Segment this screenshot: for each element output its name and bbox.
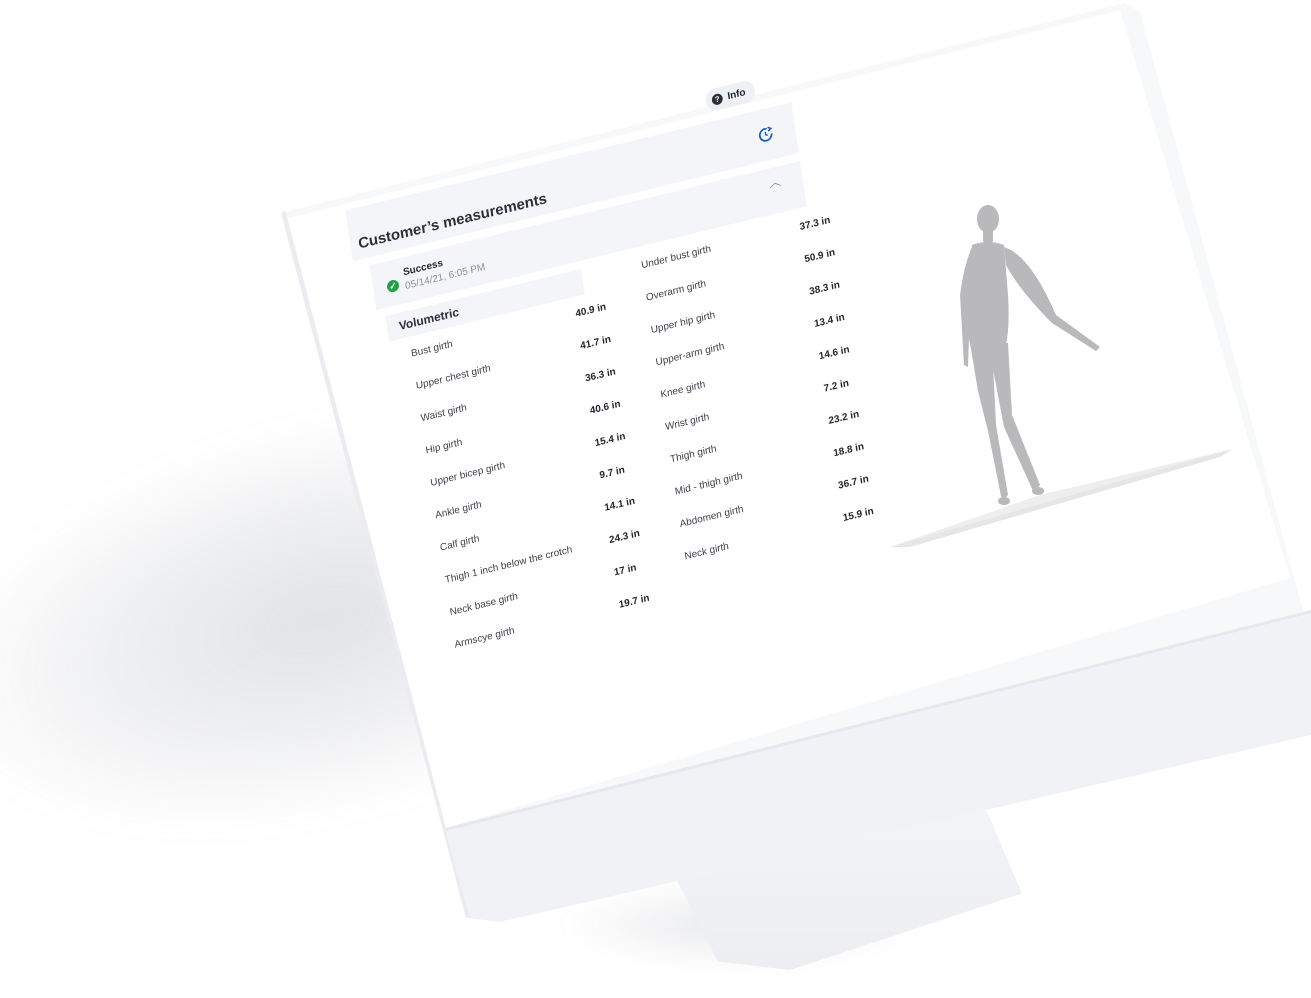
- measurement-value: 14.1 in: [603, 495, 636, 514]
- measurement-label: Upper-arm girth: [654, 340, 726, 369]
- body-avatar: [890, 205, 1232, 547]
- avatar-figure: [960, 205, 1100, 505]
- measurement-label: Armscye girth: [453, 625, 516, 651]
- measurement-label: Abdomen girth: [679, 503, 745, 531]
- measurement-label: Overarm girth: [645, 278, 707, 304]
- monitor: ? Info Customer’s measurements ︿ ✓ Succe…: [0, 0, 1311, 998]
- measurement-label: Neck girth: [683, 540, 730, 563]
- measurement-label: Knee girth: [659, 379, 706, 401]
- measurement-value: 9.7 in: [598, 464, 626, 482]
- measurement-label: Thigh girth: [669, 443, 718, 466]
- measurement-label: Upper hip girth: [650, 309, 716, 337]
- measurement-value: 13.4 in: [813, 311, 846, 330]
- measurement-value: 17 in: [613, 562, 638, 579]
- measurement-value: 36.7 in: [837, 473, 870, 492]
- measurement-value: 15.4 in: [594, 430, 627, 450]
- measurement-label: Wrist girth: [664, 411, 711, 434]
- measurement-value: 24.3 in: [608, 527, 641, 547]
- measurement-label: Waist girth: [420, 402, 468, 425]
- measurement-value: 23.2 in: [827, 408, 860, 427]
- info-label: Info: [726, 86, 747, 102]
- measurement-label: Neck base girth: [449, 591, 519, 619]
- measurement-value: 7.2 in: [823, 377, 850, 395]
- measurement-label: Bust girth: [410, 338, 454, 360]
- stage: ? Info Customer’s measurements ︿ ✓ Succe…: [0, 0, 1311, 998]
- measurement-label: Upper bicep girth: [429, 460, 506, 489]
- measurement-value: 15.9 in: [842, 505, 875, 525]
- measurement-value: 50.9 in: [803, 247, 836, 266]
- info-button[interactable]: ? Info: [704, 78, 757, 113]
- measurement-label: Thigh 1 inch below the crotch: [444, 544, 574, 586]
- chevron-up-icon[interactable]: ︿: [768, 172, 782, 192]
- measurement-label: Upper chest girth: [415, 363, 492, 392]
- measurement-label: Hip girth: [424, 437, 463, 457]
- measurement-value: 40.9 in: [574, 301, 607, 320]
- measurement-label: Under bust girth: [640, 243, 712, 272]
- question-icon: ?: [711, 92, 724, 106]
- measurement-value: 40.6 in: [589, 398, 622, 417]
- measurement-value: 37.3 in: [798, 214, 832, 233]
- measurement-value: 41.7 in: [579, 333, 612, 353]
- measurement-value: 36.3 in: [584, 366, 617, 385]
- measurement-value: 18.8 in: [832, 441, 865, 460]
- measurement-label: Mid - thigh girth: [674, 470, 744, 498]
- measurement-label: Ankle girth: [434, 499, 483, 522]
- measurement-label: Calf girth: [439, 533, 481, 554]
- measurement-value: 14.6 in: [818, 344, 851, 363]
- measurement-value: 19.7 in: [618, 592, 651, 611]
- measurement-value: 38.3 in: [808, 279, 841, 298]
